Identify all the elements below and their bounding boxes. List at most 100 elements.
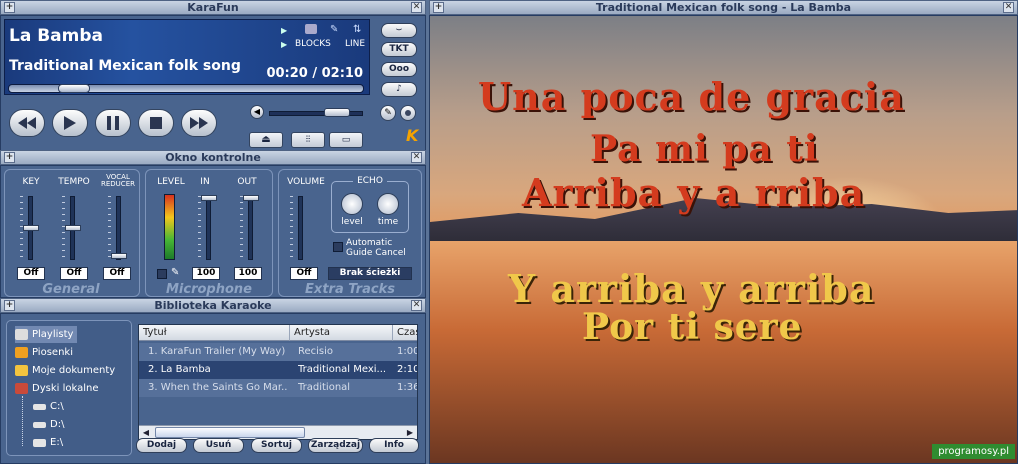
sing-button[interactable]: ⌣ xyxy=(381,23,417,38)
control-titlebar[interactable]: + Okno kontrolne ✕ xyxy=(0,150,426,165)
tree-item-piosenki[interactable]: Piosenki xyxy=(15,344,73,361)
volume-thumb[interactable] xyxy=(324,108,351,117)
in-value[interactable]: 100 xyxy=(192,267,220,280)
volume-slider-extra[interactable] xyxy=(298,196,303,260)
settings-icon[interactable]: ✎ xyxy=(380,105,396,121)
tree-item-c[interactable]: C:\ xyxy=(33,398,64,415)
close-icon[interactable]: ✕ xyxy=(411,2,422,13)
add-button[interactable]: Dodaj xyxy=(136,438,187,453)
extra-tracks-label: Extra Tracks xyxy=(305,282,395,297)
equalizer-button[interactable]: ⫶⫶ xyxy=(291,132,325,148)
blocks-label[interactable]: BLOCKS xyxy=(295,39,331,49)
horizontal-scrollbar[interactable]: ◀ ▶ xyxy=(139,425,417,439)
volume-slider[interactable] xyxy=(269,108,363,117)
seek-thumb[interactable] xyxy=(57,84,90,93)
mic-icon[interactable]: ✎ xyxy=(330,24,338,35)
vocal-slider-thumb[interactable] xyxy=(111,253,127,259)
volume-label: VOLUME xyxy=(287,177,325,187)
table-row-selected[interactable]: 2. La Bamba Traditional Mexi... 2:10 xyxy=(139,361,417,379)
vocal-value[interactable]: Off xyxy=(103,267,131,280)
speaker-icon[interactable] xyxy=(305,24,317,34)
tempo-slider-thumb[interactable] xyxy=(65,225,81,231)
window-menu-icon[interactable]: + xyxy=(4,152,15,163)
song-list: Tytuł Artysta Czas 1. KaraFun Trailer (M… xyxy=(138,324,418,440)
pause-icon xyxy=(107,116,119,130)
table-row[interactable]: 1. KaraFun Trailer (My Way) Recisio 1:00 xyxy=(139,343,417,361)
play-mode-icon[interactable]: ▶ xyxy=(281,26,287,35)
scroll-thumb[interactable] xyxy=(155,427,305,438)
play-indicator-icon: ▶ xyxy=(281,40,288,49)
close-icon[interactable]: ✕ xyxy=(411,300,422,311)
key-value[interactable]: Off xyxy=(17,267,45,280)
rewind-button[interactable] xyxy=(9,109,45,137)
echo-level-label: level xyxy=(341,217,363,227)
songs-icon xyxy=(15,347,28,358)
volume-ticks xyxy=(290,196,293,260)
sort-button[interactable]: Sortuj xyxy=(251,438,302,453)
scroll-right-icon[interactable]: ▶ xyxy=(404,427,416,438)
echo-level-knob[interactable] xyxy=(341,193,363,215)
vocal-slider[interactable] xyxy=(116,196,121,260)
lyric-line-5: Por ti sere xyxy=(582,306,803,348)
column-time[interactable]: Czas xyxy=(393,325,417,341)
tree-item-dokumenty[interactable]: Moje dokumenty xyxy=(15,362,115,379)
watermark: programosy.pl xyxy=(932,444,1015,459)
folder-button[interactable]: ▭ xyxy=(329,132,363,148)
lyric-line-1: Una poca de gracia xyxy=(478,74,905,119)
extra-track-select[interactable]: Brak ścieżki xyxy=(328,267,412,280)
stop-button[interactable] xyxy=(138,109,174,137)
table-row[interactable]: 3. When the Saints Go Mar... Traditional 1… xyxy=(139,379,417,397)
forward-icon xyxy=(190,117,208,129)
tree-item-playlisty[interactable]: Playlisty xyxy=(15,326,78,343)
volume-icon[interactable]: ◀ xyxy=(250,105,264,119)
column-artist[interactable]: Artysta xyxy=(290,325,393,341)
out-slider[interactable] xyxy=(248,196,253,260)
music-note-button[interactable]: ♪ xyxy=(381,82,417,97)
scroll-left-icon[interactable]: ◀ xyxy=(140,427,152,438)
mic-checkbox[interactable] xyxy=(157,269,167,279)
level-label: LEVEL xyxy=(157,177,185,187)
out-slider-thumb[interactable] xyxy=(243,195,259,201)
window-menu-icon[interactable]: + xyxy=(4,300,15,311)
close-icon[interactable]: ✕ xyxy=(1003,2,1014,13)
out-value[interactable]: 100 xyxy=(234,267,262,280)
key-label: KEY xyxy=(22,177,40,187)
tree-item-d[interactable]: D:\ xyxy=(33,416,64,433)
play-icon xyxy=(64,116,76,130)
play-button[interactable] xyxy=(52,109,88,137)
pause-button[interactable] xyxy=(95,109,131,137)
lyrics-button[interactable]: TKT xyxy=(381,42,417,57)
record-icon[interactable] xyxy=(400,105,416,121)
library-titlebar[interactable]: + Biblioteka Karaoke ✕ xyxy=(0,298,426,313)
vocal-ticks xyxy=(108,196,111,260)
manage-button[interactable]: Zarządzaj xyxy=(308,438,363,453)
in-slider[interactable] xyxy=(206,196,211,260)
display-mode-button[interactable]: Ooo xyxy=(381,62,417,77)
auto-cancel-checkbox[interactable] xyxy=(333,242,343,252)
eject-button[interactable]: ⏏ xyxy=(249,132,283,148)
window-menu-icon[interactable]: + xyxy=(433,2,444,13)
echo-time-knob[interactable] xyxy=(377,193,399,215)
karaoke-titlebar[interactable]: + Traditional Mexican folk song - La Bam… xyxy=(429,0,1018,15)
window-menu-icon[interactable]: + xyxy=(4,2,15,13)
auto-cancel-label: Automatic Guide Cancel xyxy=(346,238,406,258)
forward-button[interactable] xyxy=(181,109,217,137)
key-slider-thumb[interactable] xyxy=(23,225,39,231)
repeat-icon[interactable]: ⇅ xyxy=(353,24,361,35)
stop-icon xyxy=(150,117,162,129)
out-label: OUT xyxy=(237,177,257,187)
remove-button[interactable]: Usuń xyxy=(193,438,244,453)
seek-bar[interactable] xyxy=(8,84,364,93)
in-slider-thumb[interactable] xyxy=(201,195,217,201)
tree-item-e[interactable]: E:\ xyxy=(33,434,63,451)
tempo-value[interactable]: Off xyxy=(60,267,88,280)
close-icon[interactable]: ✕ xyxy=(411,152,422,163)
line-label[interactable]: LINE xyxy=(345,39,365,49)
volume-value[interactable]: Off xyxy=(290,267,318,280)
info-button[interactable]: Info xyxy=(369,438,419,453)
column-title[interactable]: Tytuł xyxy=(139,325,290,341)
player-titlebar[interactable]: + KaraFun ✕ xyxy=(0,0,426,15)
karafun-logo: K xyxy=(406,126,419,145)
tree-item-dyski[interactable]: Dyski lokalne xyxy=(15,380,98,397)
rewind-icon xyxy=(18,117,36,129)
